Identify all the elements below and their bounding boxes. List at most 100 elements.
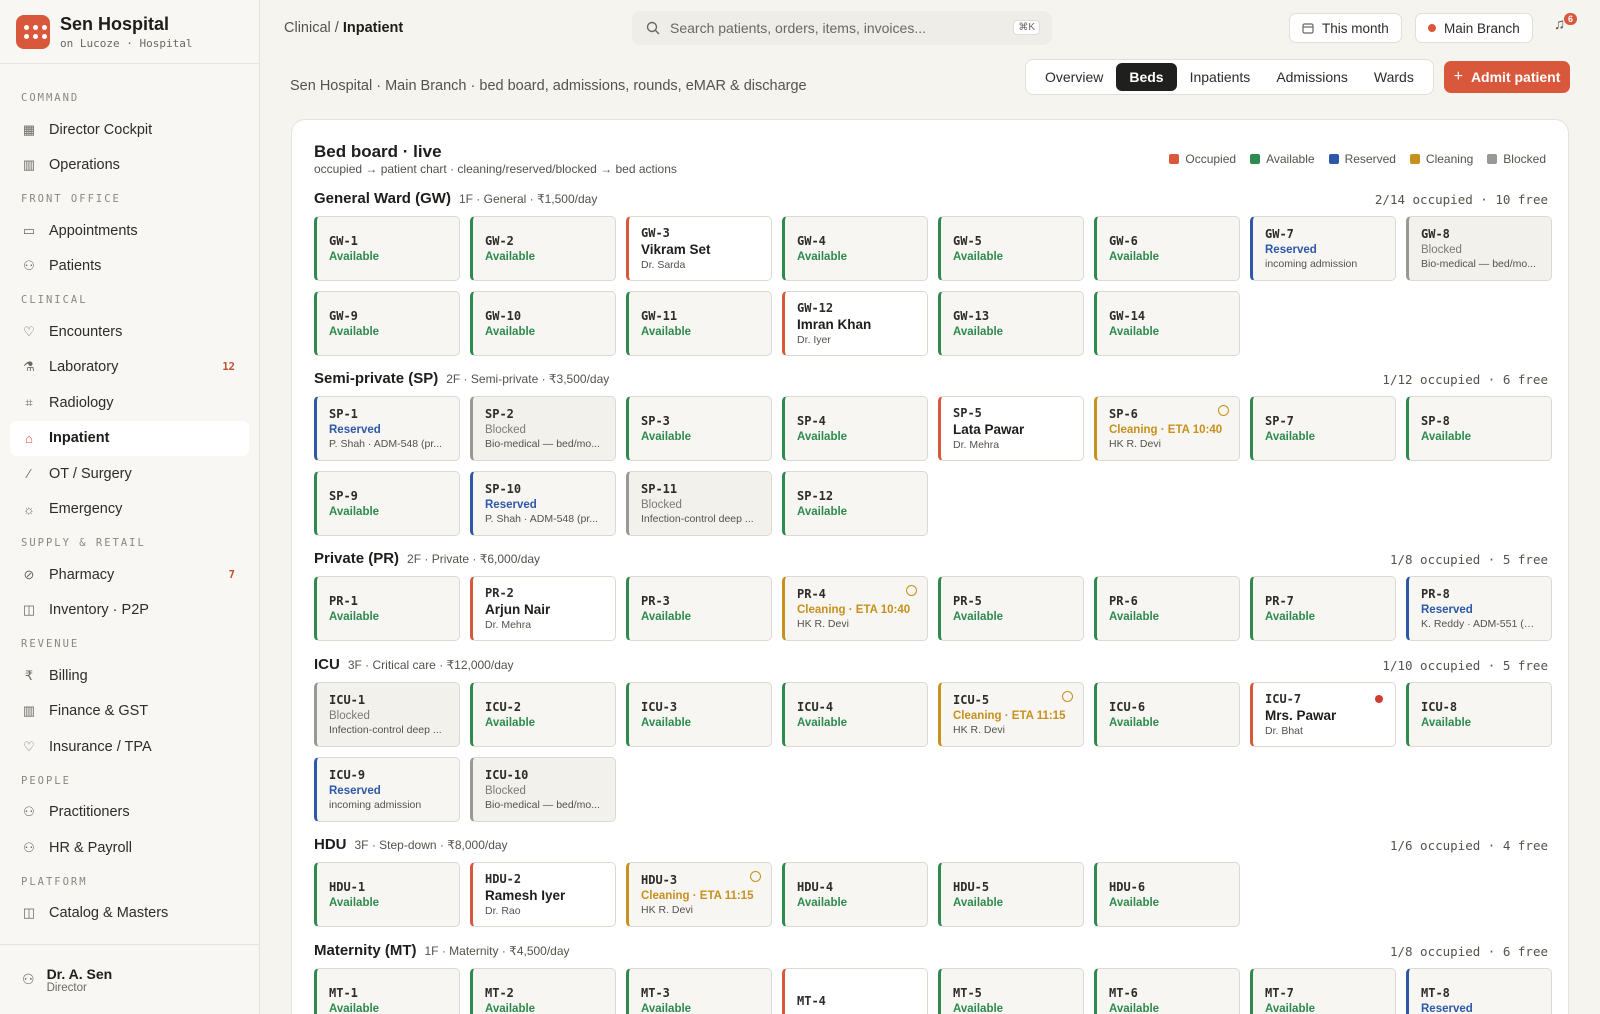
sidebar-item-inpatient[interactable]: ⌂ Inpatient [10,420,249,456]
bed-code: SP-7 [1265,414,1294,428]
bed-status: Available [1109,326,1160,338]
user-profile[interactable]: ⚇ Dr. A. Sen Director [0,944,259,1014]
sidebar-item-pharmacy[interactable]: ⊘ Pharmacy 7 [10,557,249,593]
bed-card[interactable]: PR-1 Available [314,576,460,641]
sidebar-item-encounters[interactable]: ♡ Encounters [10,314,249,350]
admit-patient-button[interactable]: + Admit patient [1444,61,1570,93]
search-input[interactable]: Search patients, orders, items, invoices… [632,11,1052,45]
branch-selector[interactable]: Main Branch [1415,13,1533,43]
brand[interactable]: Sen Hospital on Lucoze · Hospital [0,0,259,64]
bed-card[interactable]: MT-5 Available [938,968,1084,1014]
sidebar-item-laboratory[interactable]: ⚗ Laboratory 12 [10,350,249,386]
bed-card[interactable]: SP-4 Available [782,396,928,461]
siren-icon: ☼ [23,501,35,517]
bed-card[interactable]: ICU-4 Available [782,682,928,747]
bed-card[interactable]: PR-6 Available [1094,576,1240,641]
bed-card[interactable]: MT-7 Available [1250,968,1396,1014]
sidebar-item-finance-gst[interactable]: ▥ Finance & GST [10,694,249,730]
bed-card[interactable]: HDU-5 Available [938,862,1084,927]
bed-detail: Dr. Mehra [953,439,1000,451]
bed-card[interactable]: MT-6 Available [1094,968,1240,1014]
bed-card[interactable]: ICU-2 Available [470,682,616,747]
bed-card[interactable]: GW-3 Vikram Set Dr. Sarda [626,216,772,281]
bed-card[interactable]: HDU-1 Available [314,862,460,927]
notifications-button[interactable]: ♫ 6 [1554,13,1578,33]
bed-card[interactable]: GW-4 Available [782,216,928,281]
bed-card[interactable]: GW-10 Available [470,291,616,356]
bed-card[interactable]: ICU-3 Available [626,682,772,747]
sidebar-item-practitioners[interactable]: ⚇ Practitioners [10,795,249,831]
bed-card[interactable]: GW-1 Available [314,216,460,281]
bed-card[interactable]: PR-5 Available [938,576,1084,641]
sidebar-item-emergency[interactable]: ☼ Emergency [10,492,249,528]
bed-card[interactable]: SP-7 Available [1250,396,1396,461]
bed-code: MT-1 [329,986,358,1000]
sidebar-item-director-cockpit[interactable]: ▦ Director Cockpit [10,112,249,148]
bed-card[interactable]: MT-1 Available [314,968,460,1014]
bed-card[interactable]: GW-14 Available [1094,291,1240,356]
bed-card[interactable]: ICU-8 Available [1406,682,1552,747]
sidebar-item-ot-surgery[interactable]: ∕ OT / Surgery [10,456,249,492]
bed-card[interactable]: GW-11 Available [626,291,772,356]
bed-code: ICU-2 [485,700,522,714]
bed-card[interactable]: HDU-4 Available [782,862,928,927]
bed-card[interactable]: PR-7 Available [1250,576,1396,641]
bed-card[interactable]: SP-5 Lata Pawar Dr. Mehra [938,396,1084,461]
bed-card[interactable]: SP-1 Reserved P. Shah · ADM-548 (pr... [314,396,460,461]
bed-card[interactable]: SP-9 Available [314,471,460,536]
sidebar-item-hr-payroll[interactable]: ⚇ HR & Payroll [10,830,249,866]
bed-card[interactable]: GW-8 Blocked Bio-medical — bed/mo... [1406,216,1552,281]
sidebar-item-patients[interactable]: ⚇ Patients [10,249,249,285]
bed-card[interactable]: GW-7 Reserved incoming admission [1250,216,1396,281]
tab-admissions[interactable]: Admissions [1263,63,1361,91]
bed-card[interactable]: GW-5 Available [938,216,1084,281]
bed-card[interactable]: ICU-6 Available [1094,682,1240,747]
bed-card[interactable]: PR-3 Available [626,576,772,641]
bed-card[interactable]: GW-12 Imran Khan Dr. Iyer [782,291,928,356]
period-selector[interactable]: This month [1289,13,1402,43]
bed-card[interactable]: PR-8 Reserved K. Reddy · ADM-551 (11... [1406,576,1552,641]
bed-card[interactable]: HDU-3 Cleaning · ETA 11:15 HK R. Devi [626,862,772,927]
tab-beds[interactable]: Beds [1116,63,1177,91]
bed-card[interactable]: SP-8 Available [1406,396,1552,461]
bed-card[interactable]: PR-2 Arjun Nair Dr. Mehra [470,576,616,641]
bed-card[interactable]: SP-10 Reserved P. Shah · ADM-548 (pr... [470,471,616,536]
bed-card[interactable]: GW-9 Available [314,291,460,356]
bed-card[interactable]: ICU-1 Blocked Infection-control deep ... [314,682,460,747]
bed-card[interactable]: HDU-6 Available [1094,862,1240,927]
bed-card[interactable]: SP-11 Blocked Infection-control deep ... [626,471,772,536]
legend-swatch [1169,154,1180,164]
sidebar-item-catalog-masters[interactable]: ◫ Catalog & Masters [10,896,249,932]
bed-code: HDU-3 [641,873,678,887]
sidebar-nav: COMMAND ▦ Director Cockpit ▥ Operations FRONT… [0,64,259,931]
bed-card[interactable]: HDU-2 Ramesh Iyer Dr. Rao [470,862,616,927]
tab-wards[interactable]: Wards [1361,63,1427,91]
sidebar-item-billing[interactable]: ₹ Billing [10,658,249,694]
bed-card[interactable]: MT-8 Reserved [1406,968,1552,1014]
bed-card[interactable]: GW-13 Available [938,291,1084,356]
bed-card[interactable]: SP-6 Cleaning · ETA 10:40 HK R. Devi [1094,396,1240,461]
bed-card[interactable]: GW-6 Available [1094,216,1240,281]
bed-card[interactable]: PR-4 Cleaning · ETA 10:40 HK R. Devi [782,576,928,641]
heart-icon: ♡ [23,738,35,754]
sidebar-item-appointments[interactable]: ▭ Appointments [10,213,249,249]
bed-card[interactable]: SP-12 Available [782,471,928,536]
tab-inpatients[interactable]: Inpatients [1177,63,1264,91]
bed-card[interactable]: ICU-10 Blocked Bio-medical — bed/mo... [470,757,616,822]
bed-card[interactable]: GW-2 Available [470,216,616,281]
bed-card[interactable]: ICU-7 Mrs. Pawar Dr. Bhat [1250,682,1396,747]
bed-status: Cleaning · ETA 10:40 [1109,424,1223,436]
sidebar-item-insurance-tpa[interactable]: ♡ Insurance / TPA [10,729,249,765]
bed-card[interactable]: SP-2 Blocked Bio-medical — bed/mo... [470,396,616,461]
breadcrumb-parent[interactable]: Clinical / [284,20,339,36]
bed-card[interactable]: MT-4 [782,968,928,1014]
bed-card[interactable]: MT-3 Available [626,968,772,1014]
bed-card[interactable]: ICU-9 Reserved incoming admission [314,757,460,822]
bed-card[interactable]: SP-3 Available [626,396,772,461]
sidebar-item-inventory-p2p[interactable]: ◫ Inventory · P2P [10,593,249,629]
bed-card[interactable]: MT-2 Available [470,968,616,1014]
sidebar-item-operations[interactable]: ▥ Operations [10,148,249,184]
tab-overview[interactable]: Overview [1032,63,1116,91]
bed-card[interactable]: ICU-5 Cleaning · ETA 11:15 HK R. Devi [938,682,1084,747]
sidebar-item-radiology[interactable]: ⌗ Radiology [10,385,249,421]
